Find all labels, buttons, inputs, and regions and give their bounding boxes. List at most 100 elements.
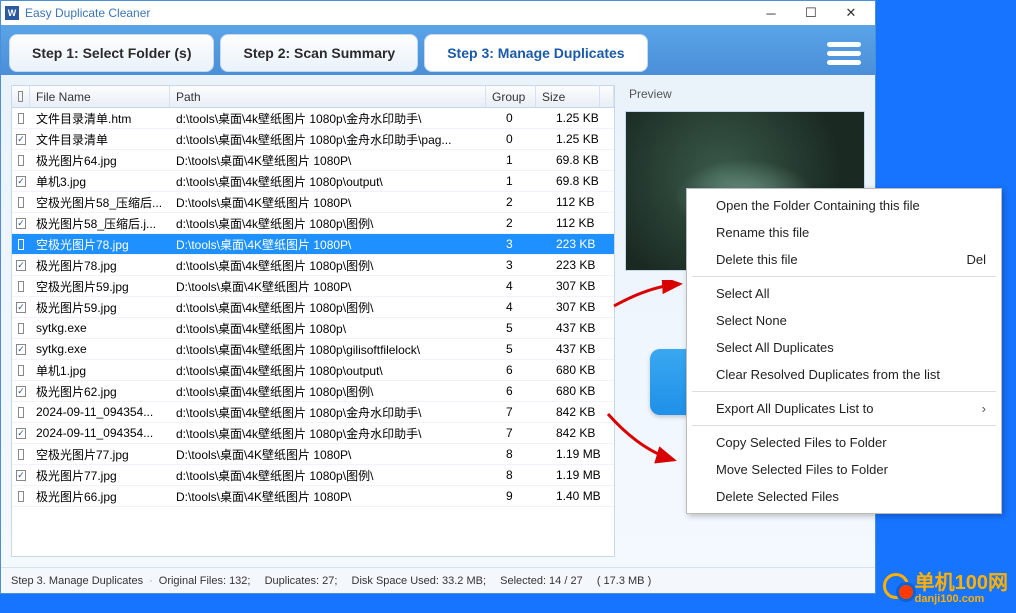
- row-checkbox[interactable]: ✓: [16, 302, 26, 313]
- header-checkbox-col[interactable]: [12, 86, 30, 107]
- cell-path: d:\tools\桌面\4k壁纸图片 1080p\图例\: [170, 255, 500, 276]
- table-row[interactable]: 单机1.jpgd:\tools\桌面\4k壁纸图片 1080p\output\6…: [12, 360, 614, 381]
- table-row[interactable]: 空极光图片58_压缩后...D:\tools\桌面\4K壁纸图片 1080P\2…: [12, 192, 614, 213]
- cell-group: 8: [500, 445, 550, 463]
- table-row[interactable]: ✓极光图片77.jpgd:\tools\桌面\4k壁纸图片 1080p\图例\8…: [12, 465, 614, 486]
- table-row[interactable]: 空极光图片77.jpgD:\tools\桌面\4K壁纸图片 1080P\81.1…: [12, 444, 614, 465]
- maximize-button[interactable]: ☐: [791, 2, 831, 24]
- ctx-select-none[interactable]: Select None: [690, 307, 998, 334]
- cell-size: 1.40 MB: [550, 487, 614, 505]
- ctx-move-to-folder[interactable]: Move Selected Files to Folder: [690, 456, 998, 483]
- row-checkbox[interactable]: [18, 365, 24, 376]
- row-checkbox[interactable]: [18, 113, 24, 124]
- ctx-open-folder[interactable]: Open the Folder Containing this file: [690, 192, 998, 219]
- table-row[interactable]: 极光图片64.jpgD:\tools\桌面\4K壁纸图片 1080P\169.8…: [12, 150, 614, 171]
- cell-filename: 极光图片59.jpg: [30, 297, 170, 318]
- table-row[interactable]: 空极光图片78.jpgD:\tools\桌面\4K壁纸图片 1080P\3223…: [12, 234, 614, 255]
- cell-group: 6: [500, 382, 550, 400]
- minimize-button[interactable]: ─: [751, 2, 791, 24]
- cell-path: d:\tools\桌面\4k壁纸图片 1080p\金舟水印助手\: [170, 423, 500, 444]
- cell-group: 1: [500, 151, 550, 169]
- row-checkbox[interactable]: ✓: [16, 260, 26, 271]
- row-checkbox[interactable]: ✓: [16, 134, 26, 145]
- ctx-copy-to-folder[interactable]: Copy Selected Files to Folder: [690, 429, 998, 456]
- table-row[interactable]: ✓ 极光图片78.jpgd:\tools\桌面\4k壁纸图片 1080p\图例\3…: [12, 255, 614, 276]
- header-path[interactable]: Path: [170, 86, 486, 107]
- header-filename[interactable]: File Name: [30, 86, 170, 107]
- table-row[interactable]: ✓极光图片59.jpgd:\tools\桌面\4k壁纸图片 1080p\图例\4…: [12, 297, 614, 318]
- ctx-clear-resolved[interactable]: Clear Resolved Duplicates from the list: [690, 361, 998, 388]
- table-row[interactable]: ✓极光图片58_压缩后.j...d:\tools\桌面\4k壁纸图片 1080p…: [12, 213, 614, 234]
- cell-filename: 单机3.jpg: [30, 171, 170, 192]
- hamburger-menu-icon[interactable]: [827, 38, 861, 69]
- watermark-logo: 单机100网 danji100.com: [883, 566, 1008, 605]
- row-checkbox[interactable]: ✓: [16, 428, 26, 439]
- table-row[interactable]: 2024-09-11_094354...d:\tools\桌面\4k壁纸图片 1…: [12, 402, 614, 423]
- header-size[interactable]: Size: [536, 86, 600, 107]
- ctx-export[interactable]: Export All Duplicates List to›: [690, 395, 998, 422]
- status-bar: Step 3. Manage Duplicates · Original Fil…: [1, 567, 875, 593]
- row-checkbox[interactable]: [18, 197, 24, 208]
- table-row[interactable]: 空极光图片59.jpgD:\tools\桌面\4K壁纸图片 1080P\4307…: [12, 276, 614, 297]
- cell-size: 69.8 KB: [550, 172, 614, 190]
- row-checkbox[interactable]: [18, 449, 24, 460]
- grid-body[interactable]: 文件目录清单.htmd:\tools\桌面\4k壁纸图片 1080p\金舟水印助…: [12, 108, 614, 556]
- row-checkbox[interactable]: [18, 407, 24, 418]
- cell-path: D:\tools\桌面\4K壁纸图片 1080P\: [170, 192, 500, 213]
- row-checkbox[interactable]: ✓: [16, 218, 26, 229]
- ctx-delete-selected[interactable]: Delete Selected Files: [690, 483, 998, 510]
- tab-step2[interactable]: Step 2: Scan Summary: [220, 34, 418, 72]
- row-checkbox[interactable]: [18, 323, 24, 334]
- cell-group: 5: [500, 319, 550, 337]
- close-button[interactable]: ✕: [831, 2, 871, 24]
- cell-filename: 空极光图片77.jpg: [30, 444, 170, 465]
- table-row[interactable]: 极光图片66.jpgD:\tools\桌面\4K壁纸图片 1080P\91.40…: [12, 486, 614, 507]
- table-row[interactable]: 文件目录清单.htmd:\tools\桌面\4k壁纸图片 1080p\金舟水印助…: [12, 108, 614, 129]
- cell-group: 5: [500, 340, 550, 358]
- cell-filename: 极光图片78.jpg: [30, 255, 170, 276]
- tab-step1[interactable]: Step 1: Select Folder (s): [9, 34, 214, 72]
- status-duplicates: Duplicates: 27;: [265, 575, 338, 587]
- row-checkbox[interactable]: [18, 239, 24, 250]
- row-checkbox[interactable]: ✓: [16, 386, 26, 397]
- cell-group: 3: [500, 256, 550, 274]
- grid-header: File Name Path Group Size: [12, 86, 614, 108]
- cell-group: 0: [500, 109, 550, 127]
- cell-size: 112 KB: [550, 214, 614, 232]
- cell-size: 1.25 KB: [550, 109, 614, 127]
- row-checkbox[interactable]: ✓: [16, 176, 26, 187]
- cell-filename: 极光图片77.jpg: [30, 465, 170, 486]
- ctx-select-all[interactable]: Select All: [690, 280, 998, 307]
- ctx-delete-shortcut: Del: [966, 252, 986, 267]
- row-checkbox[interactable]: [18, 155, 24, 166]
- cell-size: 69.8 KB: [550, 151, 614, 169]
- cell-size: 437 KB: [550, 340, 614, 358]
- status-original: Original Files: 132;: [159, 575, 251, 587]
- header-group[interactable]: Group: [486, 86, 536, 107]
- logo-icon: [883, 573, 909, 599]
- table-row[interactable]: ✓ 单机3.jpgd:\tools\桌面\4k壁纸图片 1080p\output\…: [12, 171, 614, 192]
- row-checkbox[interactable]: [18, 281, 24, 292]
- cell-path: d:\tools\桌面\4k壁纸图片 1080p\output\: [170, 360, 500, 381]
- cell-size: 112 KB: [550, 193, 614, 211]
- ctx-delete[interactable]: Delete this fileDel: [690, 246, 998, 273]
- ctx-select-all-dup[interactable]: Select All Duplicates: [690, 334, 998, 361]
- status-step: Step 3. Manage Duplicates: [11, 575, 143, 587]
- cell-group: 6: [500, 361, 550, 379]
- ctx-rename[interactable]: Rename this file: [690, 219, 998, 246]
- cell-size: 1.19 MB: [550, 466, 614, 484]
- table-row[interactable]: ✓极光图片62.jpgd:\tools\桌面\4k壁纸图片 1080p\图例\6…: [12, 381, 614, 402]
- row-checkbox[interactable]: [18, 491, 24, 502]
- table-row[interactable]: sytkg.exed:\tools\桌面\4k壁纸图片 1080p\5437 K…: [12, 318, 614, 339]
- tab-step3[interactable]: Step 3: Manage Duplicates: [424, 34, 647, 72]
- cell-path: d:\tools\桌面\4k壁纸图片 1080p\output\: [170, 171, 500, 192]
- cell-group: 4: [500, 277, 550, 295]
- cell-size: 223 KB: [550, 235, 614, 253]
- cell-group: 4: [500, 298, 550, 316]
- row-checkbox[interactable]: ✓: [16, 344, 26, 355]
- table-row[interactable]: ✓2024-09-11_094354...d:\tools\桌面\4k壁纸图片 …: [12, 423, 614, 444]
- row-checkbox[interactable]: ✓: [16, 470, 26, 481]
- cell-path: D:\tools\桌面\4K壁纸图片 1080P\: [170, 150, 500, 171]
- table-row[interactable]: ✓sytkg.exed:\tools\桌面\4k壁纸图片 1080p\gilis…: [12, 339, 614, 360]
- table-row[interactable]: ✓文件目录清单d:\tools\桌面\4k壁纸图片 1080p\金舟水印助手\p…: [12, 129, 614, 150]
